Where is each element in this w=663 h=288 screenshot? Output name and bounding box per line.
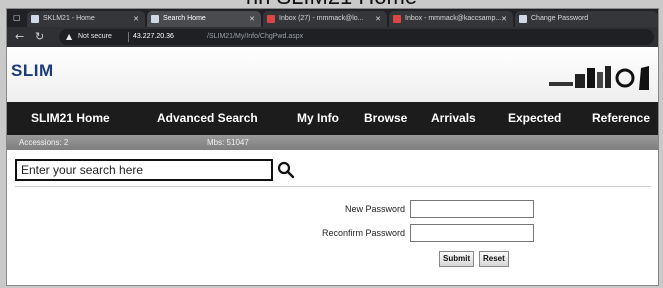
reload-icon[interactable]: ↻	[35, 30, 44, 44]
url-host: 43.227.20.36	[133, 33, 174, 40]
window-menu-icon[interactable]: ▢	[13, 13, 22, 22]
new-password-label: New Password	[344, 204, 405, 214]
close-icon[interactable]: ✕	[375, 11, 381, 27]
close-icon[interactable]: ✕	[249, 11, 255, 27]
tab-label: Inbox - mmmack@kaccsamp...	[405, 15, 502, 22]
accessions-count: Accessions: 2	[19, 138, 69, 147]
nav-item-expected[interactable]: Expected	[508, 110, 561, 126]
tab-label: Change Password	[531, 15, 589, 22]
tab-label: Search Home	[163, 15, 206, 22]
address-bar: ← ↻ ▲ Not secure 43.227.20.36 /SLIM21/My…	[7, 27, 658, 47]
submit-button[interactable]: Submit	[439, 251, 475, 267]
back-arrow-icon[interactable]: ←	[15, 30, 24, 44]
reconfirm-password-label: Reconfirm Password	[321, 228, 405, 238]
info-bar: Accessions: 2 Mbs: 51047	[7, 135, 658, 150]
tab-inbox-2[interactable]: Inbox - mmmack@kaccsamp... ✕	[389, 11, 513, 27]
close-icon[interactable]: ✕	[501, 11, 507, 27]
browser-window: ▢ SKLM21 - Home ✕ Search Home ✕ Inbox (2…	[6, 8, 659, 286]
url-path: /SLIM21/My/Info/ChgPwd.aspx	[207, 33, 304, 40]
url-separator	[128, 32, 129, 42]
page-favicon-icon	[519, 15, 527, 23]
search-input[interactable]	[15, 159, 273, 181]
tab-inbox-1[interactable]: Inbox (27) - mmmack@lo... ✕	[263, 11, 387, 27]
site-logo[interactable]: SLIM	[11, 61, 54, 81]
mbs-count: Mbs: 51047	[207, 138, 249, 147]
url-field[interactable]: ▲ Not secure 43.227.20.36 /SLIM21/My/Inf…	[59, 29, 654, 45]
main-nav: SLIM21 Home Advanced Search My Info Brow…	[7, 102, 658, 135]
mail-icon	[393, 15, 401, 23]
nav-item-advanced-search[interactable]: Advanced Search	[157, 110, 258, 126]
page-favicon-icon	[151, 15, 159, 23]
nav-item-slim21-home[interactable]: SLIM21 Home	[31, 110, 110, 126]
warning-icon[interactable]: ▲	[66, 31, 72, 43]
security-label: Not secure	[78, 33, 112, 40]
new-password-field[interactable]	[410, 200, 534, 218]
page-favicon-icon	[31, 15, 39, 23]
site-header: SLIM	[7, 47, 658, 102]
reconfirm-password-field[interactable]	[410, 224, 534, 242]
page-caption: nn SLIM21 Home	[0, 0, 663, 8]
nav-item-browse[interactable]: Browse	[364, 110, 407, 126]
nav-item-my-info[interactable]: My Info	[297, 110, 339, 126]
mail-icon	[267, 15, 275, 23]
tab-label: SKLM21 - Home	[43, 15, 95, 22]
search-icon[interactable]	[277, 161, 295, 179]
tab-search-home[interactable]: Search Home ✕	[147, 11, 261, 27]
header-books-illustration	[549, 66, 649, 90]
tab-strip: ▢ SKLM21 - Home ✕ Search Home ✕ Inbox (2…	[7, 9, 658, 27]
section-divider	[15, 186, 651, 187]
nav-item-arrivals[interactable]: Arrivals	[431, 110, 476, 126]
nav-item-reference[interactable]: Reference	[592, 110, 650, 126]
tab-change-password[interactable]: Change Password	[515, 11, 658, 27]
tab-sklm21-home[interactable]: SKLM21 - Home ✕	[27, 11, 145, 27]
caption-text: nn SLIM21 Home	[0, 0, 663, 8]
close-icon[interactable]: ✕	[133, 11, 139, 27]
reset-button[interactable]: Reset	[479, 251, 509, 267]
tab-label: Inbox (27) - mmmack@lo...	[279, 15, 364, 22]
